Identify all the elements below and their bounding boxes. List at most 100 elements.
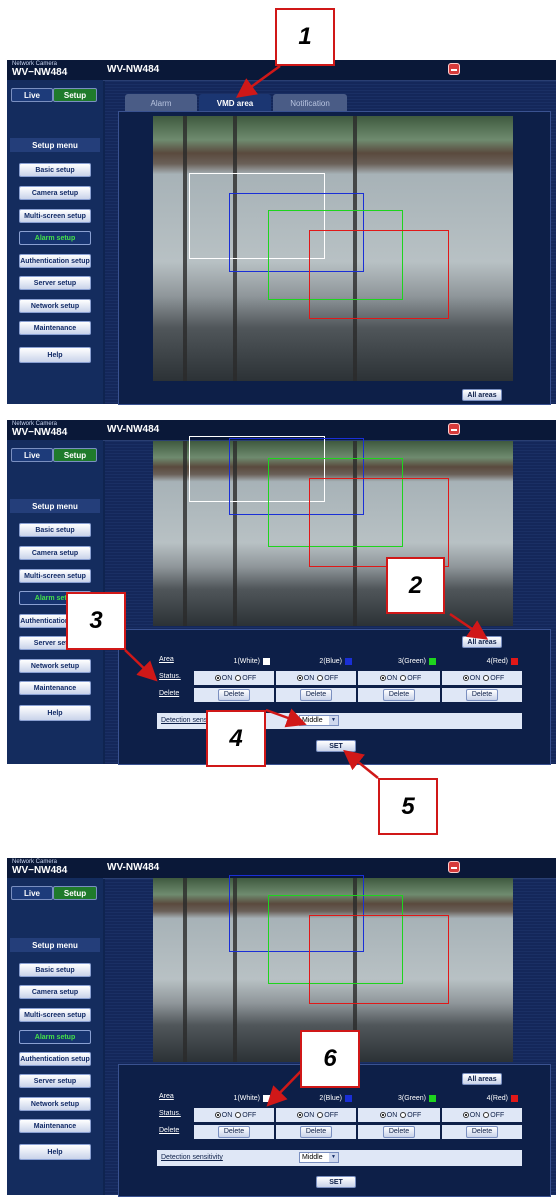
basic-setup-button[interactable]: Basic setup bbox=[19, 963, 91, 977]
on-radio[interactable] bbox=[379, 1112, 386, 1118]
area-column-2: 2(Blue) bbox=[276, 1091, 356, 1105]
on-radio[interactable] bbox=[214, 675, 221, 681]
delete-area-2-button[interactable]: Delete bbox=[299, 689, 333, 701]
setup-button[interactable]: Setup bbox=[53, 88, 97, 102]
status-label: Status. bbox=[159, 673, 181, 680]
off-radio[interactable] bbox=[400, 1112, 407, 1118]
off-label: OFF bbox=[407, 1111, 422, 1119]
off-radio[interactable] bbox=[235, 1112, 242, 1118]
on-radio[interactable] bbox=[462, 675, 469, 681]
tab-alarm[interactable]: Alarm bbox=[125, 94, 197, 112]
maintenance-button[interactable]: Maintenance bbox=[19, 681, 91, 695]
help-icon[interactable] bbox=[448, 423, 460, 435]
off-radio[interactable] bbox=[317, 675, 324, 681]
camera-setup-button[interactable]: Camera setup bbox=[19, 985, 91, 999]
off-label: OFF bbox=[490, 674, 505, 682]
delete-area-4-button[interactable]: Delete bbox=[465, 1126, 499, 1138]
delete-area-1-button[interactable]: Delete bbox=[217, 1126, 251, 1138]
delete-cell-3: Delete bbox=[358, 688, 440, 702]
maintenance-button[interactable]: Maintenance bbox=[19, 321, 91, 335]
off-radio[interactable] bbox=[235, 675, 242, 681]
sensitivity-select[interactable]: Middle ▼ bbox=[299, 1152, 339, 1163]
set-button[interactable]: SET bbox=[316, 1176, 356, 1188]
basic-setup-button[interactable]: Basic setup bbox=[19, 163, 91, 177]
live-button[interactable]: Live bbox=[11, 886, 53, 900]
blue-swatch-icon bbox=[345, 657, 352, 665]
off-label: OFF bbox=[324, 1111, 339, 1119]
door-frame bbox=[183, 116, 187, 381]
blue-swatch-icon bbox=[345, 1094, 352, 1102]
area-2-label: 2(Blue) bbox=[319, 657, 342, 665]
network-setup-button[interactable]: Network setup bbox=[19, 1097, 91, 1111]
area-header: Area bbox=[159, 656, 174, 663]
on-radio[interactable] bbox=[462, 1112, 469, 1118]
camera-setup-button[interactable]: Camera setup bbox=[19, 186, 91, 200]
delete-area-2-button[interactable]: Delete bbox=[299, 1126, 333, 1138]
camera-setup-button[interactable]: Camera setup bbox=[19, 546, 91, 560]
server-setup-button[interactable]: Server setup bbox=[19, 276, 91, 290]
all-areas-button[interactable]: All areas bbox=[462, 636, 502, 648]
multi-screen-setup-button[interactable]: Multi-screen setup bbox=[19, 569, 91, 583]
chevron-down-icon: ▼ bbox=[329, 1153, 338, 1162]
help-icon[interactable] bbox=[448, 861, 460, 873]
area-4-red-frame[interactable] bbox=[309, 915, 449, 1004]
setup-menu-title: Setup menu bbox=[10, 499, 100, 513]
delete-row: Delete Delete Delete Delete Delete bbox=[157, 688, 522, 702]
off-label: OFF bbox=[407, 674, 422, 682]
maintenance-button[interactable]: Maintenance bbox=[19, 1119, 91, 1133]
callout-6: 6 bbox=[300, 1030, 360, 1088]
off-radio[interactable] bbox=[400, 675, 407, 681]
model-title: WV-NW484 bbox=[107, 862, 160, 873]
authentication-setup-button[interactable]: Authentication setup bbox=[19, 254, 91, 268]
on-label: ON bbox=[469, 674, 481, 682]
area-1-label: 1(White) bbox=[233, 657, 260, 665]
off-radio[interactable] bbox=[483, 675, 490, 681]
live-button[interactable]: Live bbox=[11, 88, 53, 102]
on-radio[interactable] bbox=[296, 1112, 303, 1118]
on-label: ON bbox=[386, 1111, 398, 1119]
tab-vmd-area[interactable]: VMD area bbox=[199, 94, 271, 112]
help-button[interactable]: Help bbox=[19, 1144, 91, 1160]
area-4-red-frame[interactable] bbox=[309, 230, 449, 319]
on-label: ON bbox=[221, 1111, 233, 1119]
server-setup-button[interactable]: Server setup bbox=[19, 1074, 91, 1088]
on-radio[interactable] bbox=[214, 1112, 221, 1118]
on-label: ON bbox=[221, 674, 233, 682]
network-setup-button[interactable]: Network setup bbox=[19, 299, 91, 313]
sensitivity-row: Detection sensitivity Middle ▼ bbox=[157, 1150, 522, 1166]
authentication-setup-button[interactable]: Authentication setup bbox=[19, 1052, 91, 1066]
off-radio[interactable] bbox=[317, 1112, 324, 1118]
delete-label: Delete bbox=[159, 1127, 180, 1134]
delete-area-3-button[interactable]: Delete bbox=[382, 1126, 416, 1138]
delete-area-3-button[interactable]: Delete bbox=[382, 689, 416, 701]
sensitivity-select[interactable]: Middle ▼ bbox=[299, 715, 339, 726]
status-row: Status. ON OFF ON OFF ON OFF ON OFF bbox=[157, 1108, 522, 1122]
network-setup-button[interactable]: Network setup bbox=[19, 659, 91, 673]
delete-area-1-button[interactable]: Delete bbox=[217, 689, 251, 701]
set-button[interactable]: SET bbox=[316, 740, 356, 752]
off-radio[interactable] bbox=[483, 1112, 490, 1118]
all-areas-button[interactable]: All areas bbox=[462, 389, 502, 401]
setup-button[interactable]: Setup bbox=[53, 448, 97, 462]
on-radio[interactable] bbox=[379, 675, 386, 681]
alarm-setup-button[interactable]: Alarm setup bbox=[19, 1030, 91, 1044]
red-swatch-icon bbox=[511, 1094, 518, 1102]
live-button[interactable]: Live bbox=[11, 448, 53, 462]
delete-area-4-button[interactable]: Delete bbox=[465, 689, 499, 701]
multi-screen-setup-button[interactable]: Multi-screen setup bbox=[19, 209, 91, 223]
all-areas-button[interactable]: All areas bbox=[462, 1073, 502, 1085]
basic-setup-button[interactable]: Basic setup bbox=[19, 523, 91, 537]
area-4-red-frame[interactable] bbox=[309, 478, 449, 567]
help-button[interactable]: Help bbox=[19, 347, 91, 363]
sensitivity-value: Middle bbox=[302, 717, 323, 724]
alarm-setup-button[interactable]: Alarm setup bbox=[19, 231, 91, 245]
area-settings-table: Area 1(White) 2(Blue) 3(Green) 4(Red) St… bbox=[157, 654, 522, 710]
help-button[interactable]: Help bbox=[19, 705, 91, 721]
on-radio[interactable] bbox=[296, 675, 303, 681]
setup-button[interactable]: Setup bbox=[53, 886, 97, 900]
multi-screen-setup-button[interactable]: Multi-screen setup bbox=[19, 1008, 91, 1022]
tab-notification[interactable]: Notification bbox=[273, 94, 347, 112]
off-label: OFF bbox=[324, 674, 339, 682]
off-label: OFF bbox=[242, 1111, 257, 1119]
help-icon[interactable] bbox=[448, 63, 460, 75]
